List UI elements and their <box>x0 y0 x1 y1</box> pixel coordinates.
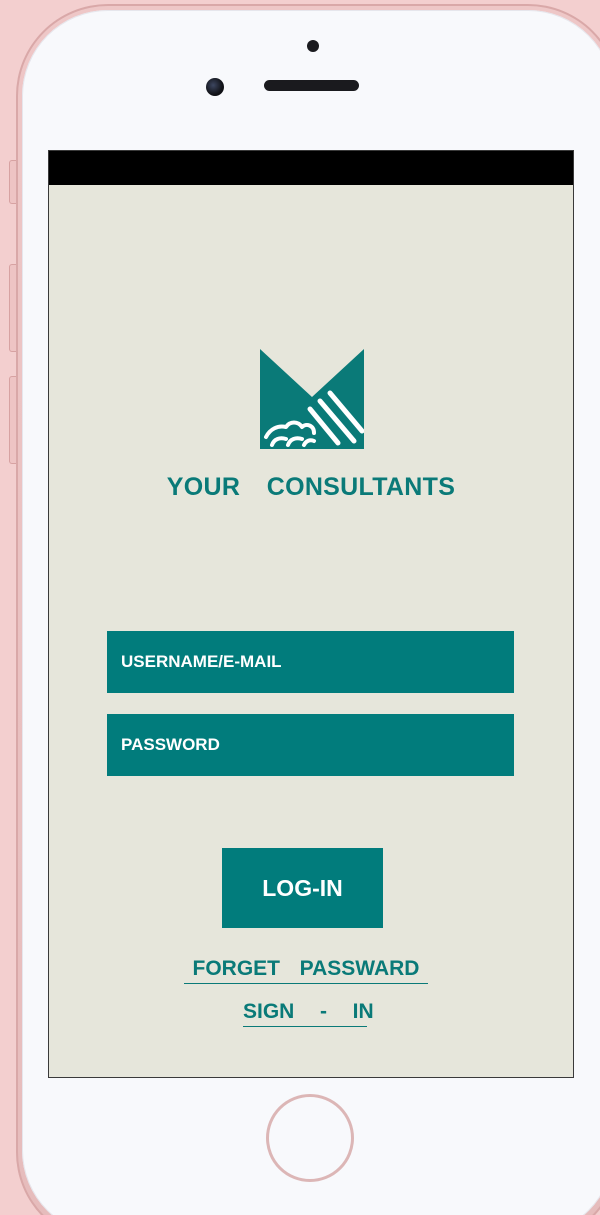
home-button <box>266 1094 354 1182</box>
front-camera-icon <box>206 78 224 96</box>
mockup-stage: YOUR CONSULTANTS USERNAME/E-MAIL PASSWOR… <box>0 0 600 1215</box>
phone-screen: YOUR CONSULTANTS USERNAME/E-MAIL PASSWOR… <box>49 151 573 1077</box>
login-button-label: LOG-IN <box>262 874 343 901</box>
login-button[interactable]: LOG-IN <box>222 848 383 928</box>
forget-password-link[interactable]: FORGET PASSWARD <box>184 957 428 984</box>
handshake-m-logo-icon <box>260 349 364 449</box>
username-placeholder: USERNAME/E-MAIL <box>121 652 282 671</box>
earpiece-speaker <box>264 80 359 91</box>
sign-in-link[interactable]: SIGN - IN <box>243 1000 374 1027</box>
proximity-sensor <box>307 40 319 52</box>
status-bar <box>49 151 573 185</box>
brand-name: YOUR CONSULTANTS <box>166 473 456 501</box>
password-placeholder: PASSWORD <box>121 735 220 754</box>
username-email-input[interactable]: USERNAME/E-MAIL <box>107 631 514 693</box>
password-input[interactable]: PASSWORD <box>107 714 514 776</box>
